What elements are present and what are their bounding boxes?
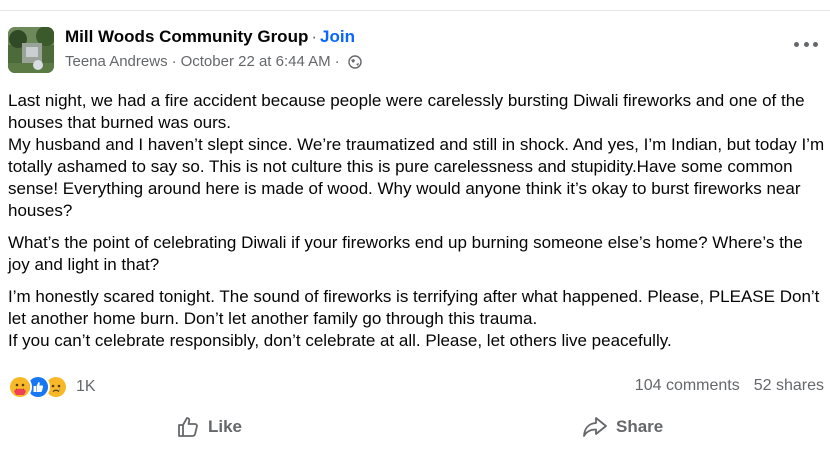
post-meta: Teena Andrews · October 22 at 6:44 AM · [65,53,362,70]
care-reaction-icon [8,375,32,399]
post-paragraph: I’m honestly scared tonight. The sound o… [8,286,828,352]
title-dot: · [311,27,318,46]
share-button[interactable]: Share [582,412,663,442]
post-line: My husband and I haven’t slept since. We… [8,135,825,220]
post-header-title: Mill Woods Community Group · Join [65,27,355,47]
shares-count[interactable]: 52 shares [754,377,824,394]
facebook-post: Mill Woods Community Group · Join Teena An… [0,0,830,466]
like-icon [178,417,198,437]
share-label: Share [616,417,664,436]
group-name-link[interactable]: Mill Woods Community Group [65,27,308,46]
like-button[interactable]: Like [176,412,242,442]
like-label: Like [208,417,243,436]
post-line: If you can’t celebrate responsibly, don’… [8,331,672,350]
globe-icon [347,54,362,69]
post-stats: 104 comments 52 shares [635,377,824,395]
group-avatar[interactable] [8,27,54,73]
author-link[interactable]: Teena Andrews [65,53,168,70]
post-timestamp[interactable]: October 22 at 6:44 AM [181,53,331,70]
more-options-icon[interactable] [794,36,818,52]
post-line: Last night, we had a fire accident becau… [8,91,805,132]
join-button[interactable]: Join [320,27,355,46]
post-body: Last night, we had a fire accident becau… [8,90,828,352]
post-paragraph: What’s the point of celebrating Diwali i… [8,232,828,276]
share-icon [583,417,607,437]
top-divider [0,10,830,11]
reactions-summary[interactable]: 1K [8,375,96,399]
post-line: What’s the point of celebrating Diwali i… [8,233,803,274]
reaction-count[interactable]: 1K [76,378,96,396]
meta-separator: · [171,53,177,70]
comments-count[interactable]: 104 comments [635,377,740,394]
post-line: I’m honestly scared tonight. The sound o… [8,287,820,328]
meta-separator-2: · [334,53,340,70]
post-paragraph: Last night, we had a fire accident becau… [8,90,828,222]
